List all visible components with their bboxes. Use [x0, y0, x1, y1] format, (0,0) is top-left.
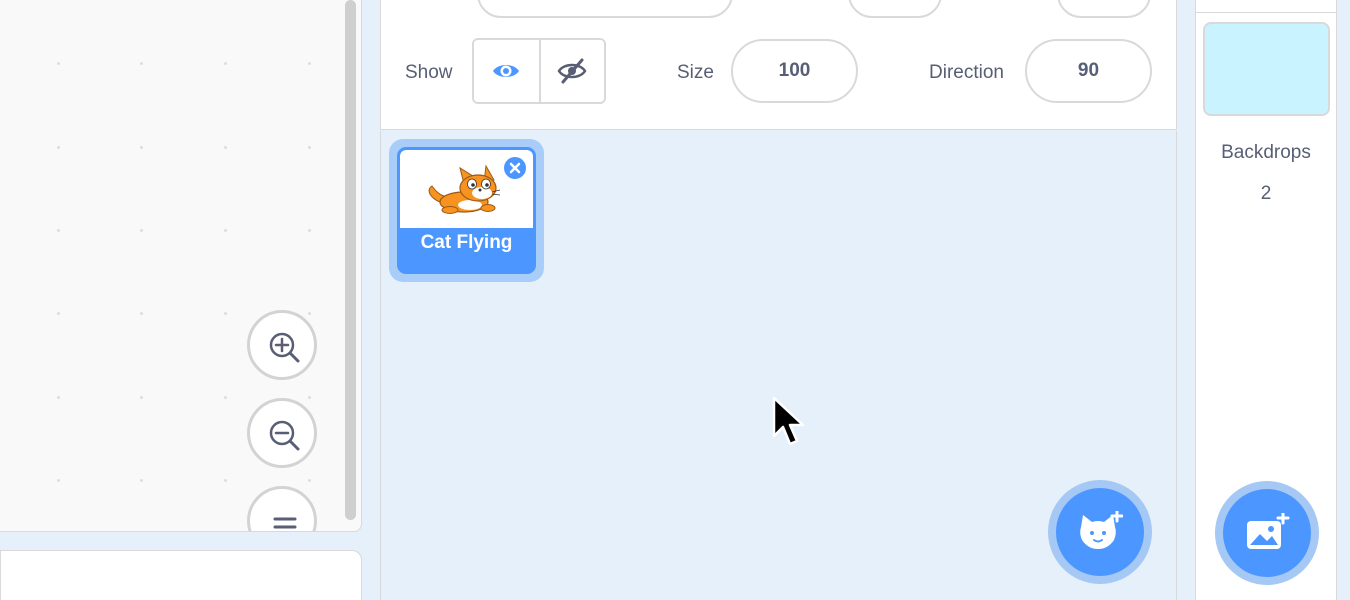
- zoom-reset-button[interactable]: [247, 486, 317, 531]
- zoom-out-icon: [269, 420, 300, 451]
- grid-dot: [57, 229, 60, 232]
- stage-target-pane: Backdrops 2: [1195, 0, 1337, 600]
- zoom-reset-icon: [273, 517, 297, 529]
- grid-dot: [224, 312, 227, 315]
- grid-dot: [308, 229, 311, 232]
- show-label: Show: [405, 62, 453, 83]
- grid-dot: [57, 312, 60, 315]
- grid-dot: [308, 62, 311, 65]
- cat-plus-icon: [1080, 511, 1123, 549]
- sprite-info-panel: Show Size 100 Direction 90: [380, 0, 1177, 130]
- grid-dot: [140, 146, 143, 149]
- grid-dot: [140, 479, 143, 482]
- grid-dot: [224, 229, 227, 232]
- choose-sprite-button[interactable]: [1048, 480, 1152, 584]
- grid-dot: [57, 479, 60, 482]
- eye-icon: [493, 65, 520, 77]
- eye-slash-icon: [558, 58, 587, 84]
- y-position-field[interactable]: [1057, 0, 1151, 18]
- backdrops-label: Backdrops: [1221, 142, 1311, 163]
- bottom-panel: [0, 550, 362, 600]
- zoom-in-icon: [269, 332, 300, 363]
- close-icon: [509, 162, 521, 174]
- grid-dot: [308, 396, 311, 399]
- stage-thumbnail[interactable]: [1203, 22, 1330, 116]
- divider: [1196, 12, 1336, 13]
- size-input[interactable]: 100: [731, 39, 858, 103]
- code-workspace[interactable]: [0, 0, 362, 532]
- grid-dot: [224, 396, 227, 399]
- choose-backdrop-button[interactable]: [1215, 481, 1319, 585]
- sprite-list-area[interactable]: Cat Flying: [380, 131, 1177, 600]
- grid-dot: [140, 312, 143, 315]
- sprite-name-label: Cat Flying: [420, 232, 513, 253]
- workspace-scrollbar[interactable]: [345, 0, 356, 520]
- grid-dot: [57, 62, 60, 65]
- grid-dot: [224, 62, 227, 65]
- visibility-toggle: [472, 38, 606, 104]
- grid-dot: [140, 62, 143, 65]
- direction-input[interactable]: 90: [1025, 39, 1152, 103]
- hide-sprite-button[interactable]: [538, 40, 604, 102]
- grid-dot: [57, 396, 60, 399]
- grid-dot: [224, 479, 227, 482]
- zoom-in-button[interactable]: [247, 310, 317, 380]
- delete-sprite-button[interactable]: [502, 155, 528, 181]
- grid-dot: [308, 479, 311, 482]
- x-position-field[interactable]: [848, 0, 942, 18]
- zoom-out-button[interactable]: [247, 398, 317, 468]
- grid-dot: [140, 229, 143, 232]
- grid-dot: [140, 396, 143, 399]
- sprite-name-field[interactable]: [477, 0, 733, 18]
- image-plus-icon: [1247, 513, 1290, 549]
- show-sprite-button[interactable]: [474, 40, 539, 102]
- grid-dot: [308, 146, 311, 149]
- mouse-cursor-icon: [772, 396, 805, 446]
- grid-dot: [57, 146, 60, 149]
- direction-label: Direction: [929, 62, 1004, 83]
- grid-dot: [224, 146, 227, 149]
- grid-dot: [308, 312, 311, 315]
- size-label: Size: [677, 62, 714, 83]
- backdrops-count: 2: [1260, 183, 1272, 204]
